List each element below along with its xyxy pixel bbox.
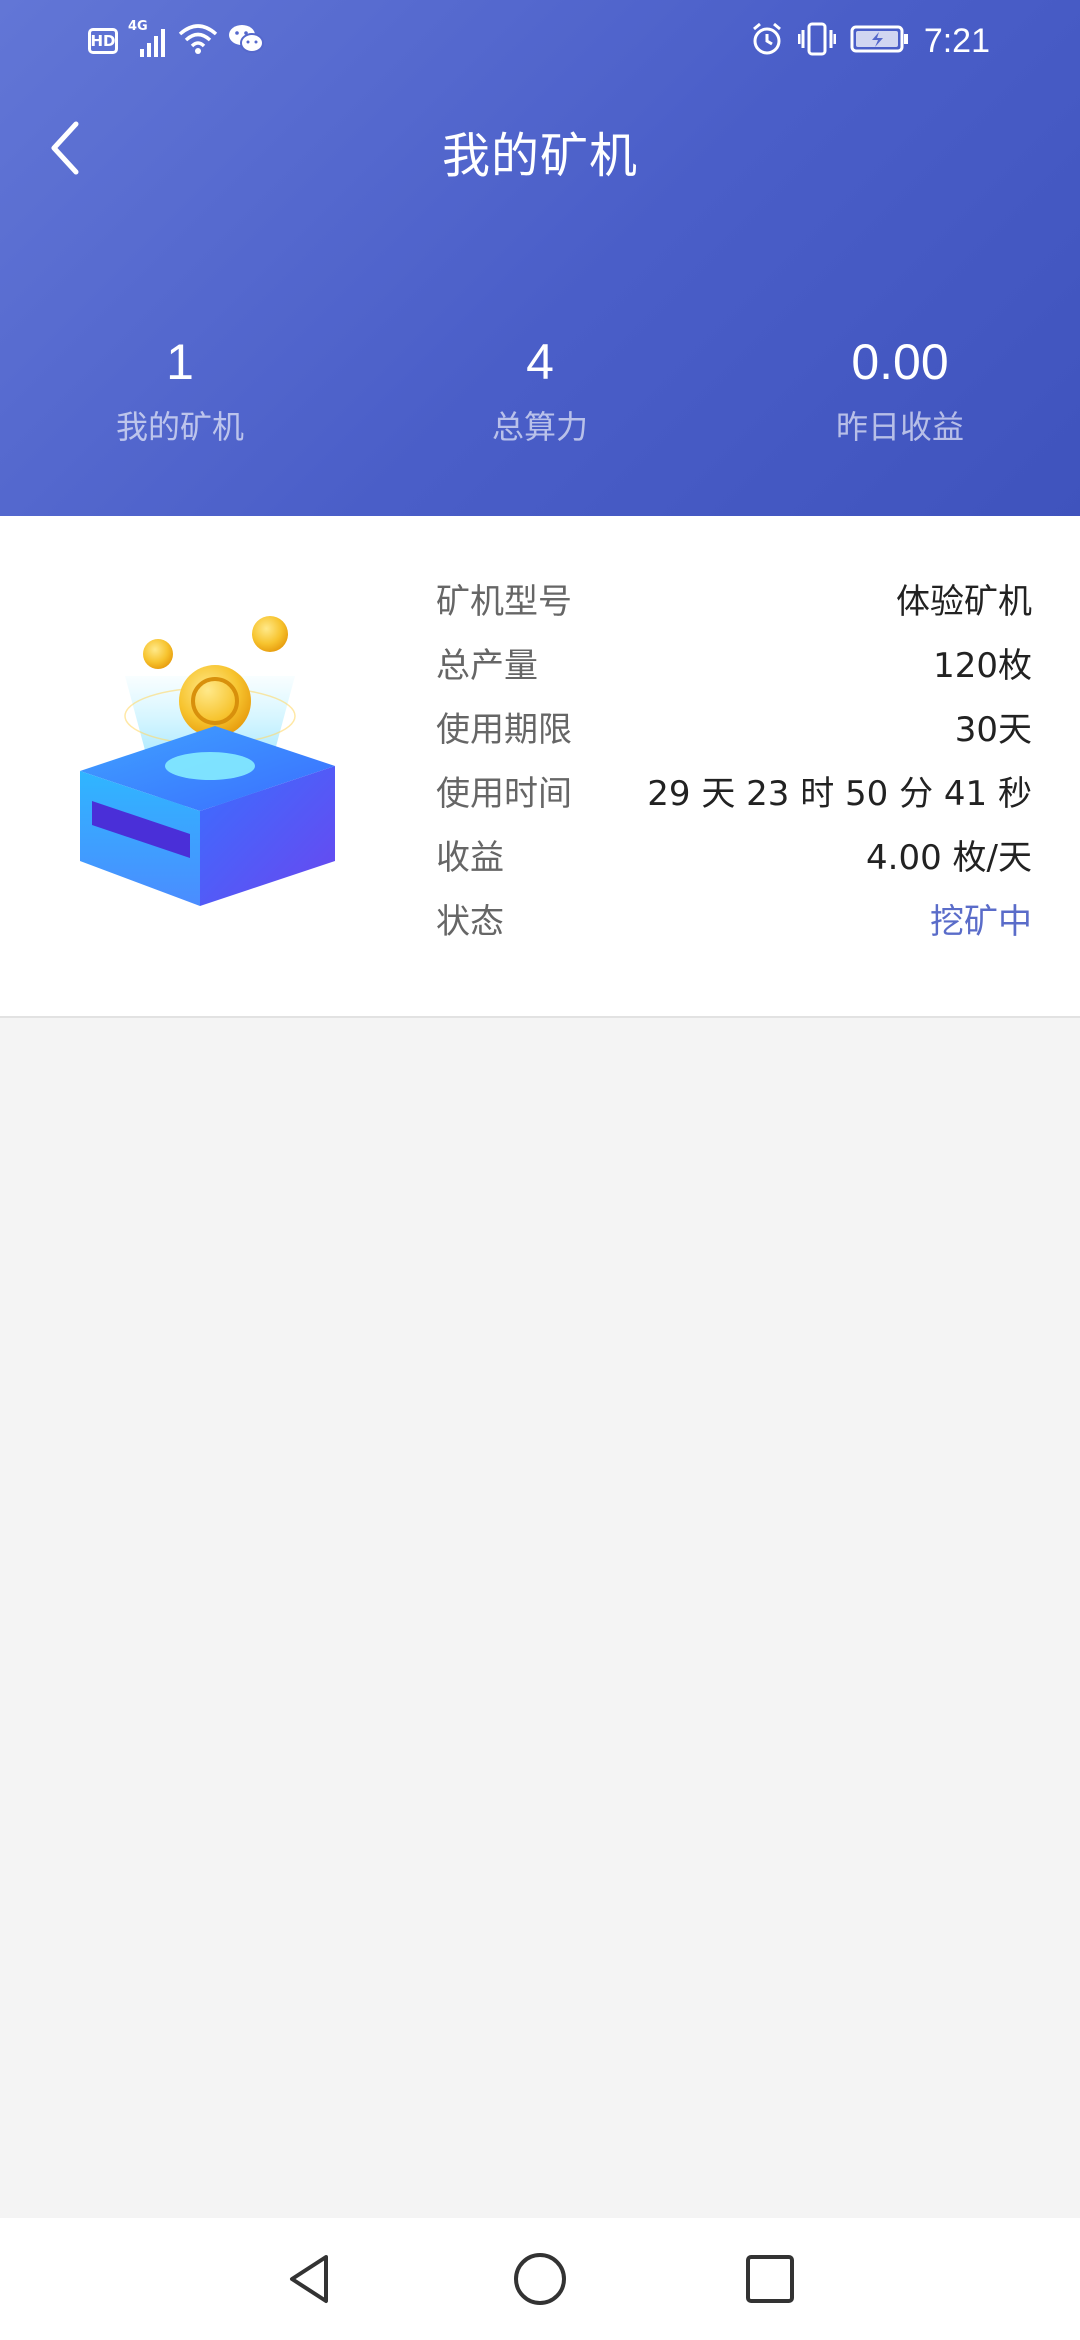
row-label: 总产量	[436, 645, 538, 686]
row-label: 矿机型号	[436, 581, 572, 622]
row-value: 30天	[954, 709, 1032, 750]
page-title: 我的矿机	[441, 128, 638, 184]
nav-home-button[interactable]	[500, 2239, 580, 2319]
status-bar-left: HD 4G	[88, 18, 264, 64]
detail-row-earnings: 收益 4.00 枚/天	[436, 822, 1032, 886]
row-label: 收益	[436, 837, 504, 878]
nav-back-button[interactable]	[270, 2239, 350, 2319]
row-label: 使用时间	[436, 773, 572, 814]
header: HD 4G 7:21 我的矿机 1 我的矿机 4 总算力 0.00 昨日收益	[0, 0, 1080, 516]
miner-details: 矿机型号 体验矿机 总产量 120枚 使用期限 30天 使用时间 29 天 23…	[436, 566, 1032, 950]
stat-value: 1	[166, 334, 194, 390]
row-label: 使用期限	[436, 709, 572, 750]
hd-icon: HD	[88, 28, 118, 54]
row-value: 120枚	[933, 645, 1032, 686]
alarm-icon	[750, 22, 784, 60]
system-nav-bar	[0, 2218, 1080, 2340]
detail-row-usage-time: 使用时间 29 天 23 时 50 分 41 秒	[436, 758, 1032, 822]
detail-row-status: 状态 挖矿中	[436, 886, 1032, 950]
status-time: 7:21	[923, 21, 990, 60]
row-label: 状态	[436, 901, 504, 942]
stat-label: 昨日收益	[835, 408, 964, 446]
wifi-icon	[178, 22, 218, 60]
nav-recents-button[interactable]	[730, 2239, 810, 2319]
mining-box-illustration	[70, 596, 350, 956]
stat-label: 总算力	[491, 408, 588, 446]
stat-yesterday-earnings: 0.00 昨日收益	[720, 330, 1080, 448]
status-value: 挖矿中	[930, 901, 1032, 942]
battery-charging-icon	[850, 24, 910, 58]
miner-card[interactable]: 矿机型号 体验矿机 总产量 120枚 使用期限 30天 使用时间 29 天 23…	[0, 516, 1080, 1018]
status-bar: HD 4G 7:21	[0, 0, 1080, 80]
wechat-icon	[228, 23, 264, 59]
stat-total-hashrate: 4 总算力	[360, 330, 720, 448]
detail-row-total-output: 总产量 120枚	[436, 630, 1032, 694]
stat-my-miners: 1 我的矿机	[0, 330, 360, 448]
stat-value: 0.00	[851, 334, 949, 390]
back-triangle-icon	[290, 2255, 328, 2303]
title-bar: 我的矿机	[0, 100, 1080, 196]
detail-row-model: 矿机型号 体验矿机	[436, 566, 1032, 630]
recents-square-icon	[746, 2255, 794, 2303]
status-bar-right: 7:21	[750, 18, 990, 64]
stat-label: 我的矿机	[115, 408, 244, 446]
home-circle-icon	[514, 2253, 566, 2305]
stat-value: 4	[526, 334, 554, 390]
row-value: 体验矿机	[896, 581, 1032, 622]
detail-row-term: 使用期限 30天	[436, 694, 1032, 758]
stats-row: 1 我的矿机 4 总算力 0.00 昨日收益	[0, 330, 1080, 448]
row-value: 29 天 23 时 50 分 41 秒	[647, 773, 1032, 814]
signal-4g-icon: 4G	[128, 19, 168, 59]
vibrate-icon	[797, 22, 837, 60]
row-value: 4.00 枚/天	[866, 837, 1032, 878]
